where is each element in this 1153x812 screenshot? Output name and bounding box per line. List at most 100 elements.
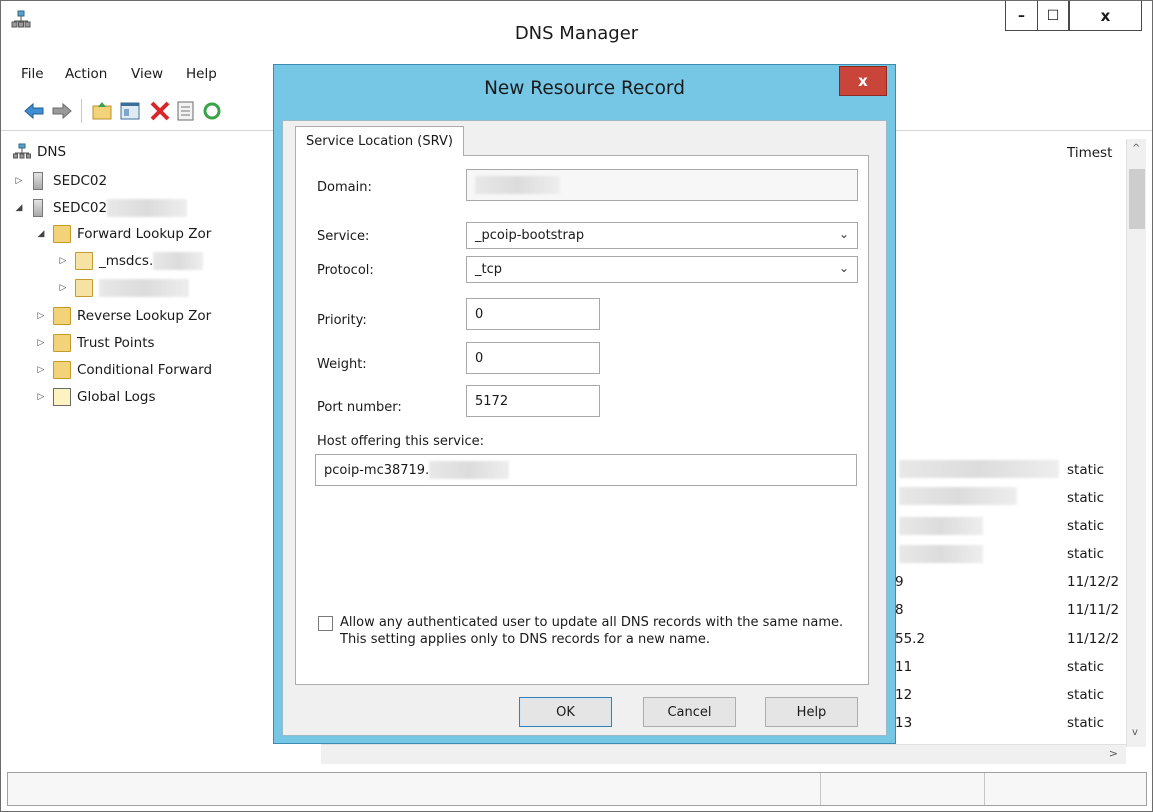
show-hide-console-tree-icon[interactable] <box>119 100 141 122</box>
help-button[interactable]: Help <box>765 697 858 727</box>
record-timestamp: static <box>1067 546 1105 562</box>
domain-label: Domain: <box>317 180 372 195</box>
dns-server-icon <box>13 143 31 159</box>
weight-field[interactable]: 0 <box>466 342 600 374</box>
record-timestamp: 11/11/2 <box>1067 602 1120 618</box>
list-item[interactable] <box>899 460 1059 482</box>
close-button[interactable]: x <box>1069 1 1142 31</box>
record-timestamp: static <box>1067 490 1105 506</box>
tree-item-label: SEDC02 <box>53 200 108 216</box>
chevron-down-icon[interactable]: ⌄ <box>839 261 849 275</box>
redacted-text <box>899 487 1017 505</box>
protocol-combobox[interactable]: _tcp ⌄ <box>466 256 858 283</box>
record-data: 11 <box>895 659 913 675</box>
cancel-button[interactable]: Cancel <box>643 697 736 727</box>
horizontal-scrollbar[interactable]: > <box>321 744 1126 764</box>
collapse-arrow-icon[interactable]: ◢ <box>13 203 25 213</box>
tree-item-conditional-forwarders[interactable]: ▷ Conditional Forward <box>35 359 212 381</box>
vertical-scrollbar[interactable]: ^ v <box>1126 139 1146 747</box>
forward-arrow-icon[interactable] <box>51 100 73 122</box>
tree-item-label: Global Logs <box>77 389 156 405</box>
dialog-title: New Resource Record <box>484 78 685 99</box>
tree-item-label: SEDC02 <box>53 173 108 189</box>
port-field[interactable]: 5172 <box>466 385 600 417</box>
folder-icon <box>53 225 71 243</box>
redacted-text <box>107 199 188 217</box>
expand-arrow-icon[interactable]: ▷ <box>13 176 25 186</box>
priority-label: Priority: <box>317 313 367 328</box>
record-data: 55.2 <box>895 631 926 647</box>
expand-arrow-icon[interactable]: ▷ <box>35 311 47 321</box>
redacted-text <box>475 176 560 194</box>
expand-arrow-icon[interactable]: ▷ <box>35 338 47 348</box>
protocol-value: _tcp <box>475 262 502 277</box>
title-bar: DNS Manager – ☐ x <box>1 1 1152 59</box>
scroll-right-icon[interactable]: > <box>1109 747 1118 760</box>
tab-service-location[interactable]: Service Location (SRV) <box>295 126 464 156</box>
console-tree: DNS ▷ SEDC02 ◢ SEDC02 ◢ Forward Lookup Z… <box>13 137 313 762</box>
up-folder-icon[interactable] <box>91 100 113 122</box>
record-timestamp: 11/12/2 <box>1067 631 1120 647</box>
tree-item-label: Forward Lookup Zor <box>77 226 212 242</box>
host-label: Host offering this service: <box>317 434 485 449</box>
collapse-arrow-icon[interactable]: ◢ <box>35 229 47 239</box>
delete-icon[interactable] <box>149 100 171 122</box>
folder-icon <box>53 334 71 352</box>
tree-item-trust-points[interactable]: ▷ Trust Points <box>35 332 155 354</box>
list-item[interactable] <box>899 545 983 567</box>
allow-update-checkbox[interactable] <box>318 616 333 631</box>
weight-label: Weight: <box>317 357 367 372</box>
tree-item-zone[interactable]: ▷ <box>57 277 189 299</box>
scroll-up-icon[interactable]: ^ <box>1132 143 1140 154</box>
chevron-down-icon[interactable]: ⌄ <box>839 227 849 241</box>
service-combobox[interactable]: _pcoip-bootstrap ⌄ <box>466 222 858 249</box>
record-timestamp: static <box>1067 659 1105 675</box>
zone-icon <box>75 252 93 270</box>
log-icon <box>53 388 71 406</box>
service-label: Service: <box>317 229 370 244</box>
priority-field[interactable]: 0 <box>466 298 600 330</box>
list-item[interactable] <box>899 487 1017 509</box>
minimize-button[interactable]: – <box>1005 1 1038 31</box>
record-data: 13 <box>895 715 913 731</box>
record-timestamp: static <box>1067 715 1105 731</box>
redacted-text <box>429 461 510 479</box>
tree-item-global-logs[interactable]: ▷ Global Logs <box>35 386 156 408</box>
dialog-body: Service Location (SRV) Domain: Service: … <box>282 120 887 736</box>
list-item[interactable] <box>899 517 983 539</box>
menu-view[interactable]: View <box>131 66 163 82</box>
ok-button[interactable]: OK <box>519 697 612 727</box>
expand-arrow-icon[interactable]: ▷ <box>57 256 69 266</box>
tree-item-dns[interactable]: DNS <box>13 141 66 163</box>
tree-item-msdcs-zone[interactable]: ▷ _msdcs. <box>57 250 204 272</box>
record-timestamp: static <box>1067 518 1105 534</box>
column-header-timestamp[interactable]: Timest <box>1067 145 1112 161</box>
tree-item-forward-lookup-zones[interactable]: ◢ Forward Lookup Zor <box>35 223 211 245</box>
menu-help[interactable]: Help <box>186 66 217 82</box>
new-resource-record-dialog: New Resource Record x Service Location (… <box>273 64 896 744</box>
expand-arrow-icon[interactable]: ▷ <box>57 283 69 293</box>
refresh-icon[interactable] <box>201 100 223 122</box>
back-arrow-icon[interactable] <box>23 100 45 122</box>
tree-item-server[interactable]: ▷ SEDC02 <box>13 170 107 192</box>
tree-item-label: Trust Points <box>77 335 155 351</box>
properties-icon[interactable] <box>175 100 197 122</box>
scrollbar-thumb[interactable] <box>1129 169 1145 229</box>
service-value: _pcoip-bootstrap <box>475 228 585 243</box>
dialog-close-button[interactable]: x <box>839 66 887 96</box>
maximize-button[interactable]: ☐ <box>1037 1 1069 31</box>
record-timestamp: 11/12/2 <box>1067 574 1120 590</box>
status-separator <box>984 773 985 805</box>
expand-arrow-icon[interactable]: ▷ <box>35 392 47 402</box>
tree-item-label: _msdcs. <box>99 253 154 269</box>
menu-file[interactable]: File <box>21 66 44 82</box>
tree-item-server-expanded[interactable]: ◢ SEDC02 <box>13 197 188 219</box>
expand-arrow-icon[interactable]: ▷ <box>35 365 47 375</box>
scroll-down-icon[interactable]: v <box>1132 727 1138 738</box>
host-field[interactable]: pcoip-mc38719. <box>315 454 857 486</box>
server-icon <box>33 199 43 217</box>
tree-item-reverse-lookup-zones[interactable]: ▷ Reverse Lookup Zor <box>35 305 211 327</box>
redacted-text <box>899 460 1059 478</box>
menu-action[interactable]: Action <box>65 66 107 82</box>
redacted-text <box>153 252 204 270</box>
